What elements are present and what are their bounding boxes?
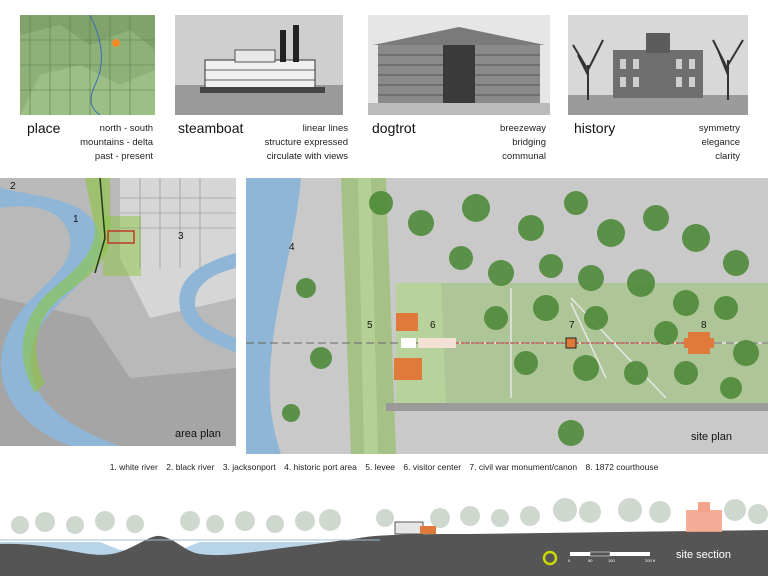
courthouse-history-image bbox=[568, 15, 748, 115]
site-plan-map bbox=[246, 178, 768, 454]
concept-title-place: place bbox=[27, 120, 61, 136]
scale-tick-200: 200 ft bbox=[645, 558, 656, 563]
concept-title-steamboat: steamboat bbox=[178, 120, 244, 136]
place-map-image bbox=[20, 15, 155, 115]
scale-tick-0: 0 bbox=[568, 558, 571, 563]
site-section-label: site section bbox=[676, 549, 732, 561]
area-marker-1: 1 bbox=[73, 214, 79, 225]
concept-text-steamboat: linear lines structure expressed circulate… bbox=[264, 123, 348, 162]
scale-tick-100: 100 bbox=[608, 558, 615, 563]
area-marker-3: 3 bbox=[178, 231, 184, 242]
site-plan-label: site plan bbox=[691, 431, 732, 443]
steamboat-image bbox=[175, 15, 343, 115]
area-plan-map bbox=[0, 178, 236, 446]
area-plan-label: area plan bbox=[175, 428, 221, 440]
scale-tick-50: 50 bbox=[588, 558, 593, 563]
site-marker-5: 5 bbox=[367, 320, 373, 331]
site-marker-6: 6 bbox=[430, 320, 436, 331]
scale-bar bbox=[570, 551, 650, 557]
legend: 1. white river 2. black river 3. jackson… bbox=[109, 462, 659, 472]
area-marker-2: 2 bbox=[10, 181, 16, 192]
concept-text-history: symmetry elegance clarity bbox=[698, 123, 740, 162]
site-marker-4: 4 bbox=[289, 242, 295, 253]
site-section-drawing bbox=[0, 490, 768, 576]
concept-text-dogtrot: breezeway bridging communal bbox=[500, 123, 546, 162]
concept-title-dogtrot: dogtrot bbox=[372, 120, 416, 136]
site-marker-8: 8 bbox=[701, 320, 707, 331]
location-marker-icon bbox=[112, 39, 120, 47]
site-marker-7: 7 bbox=[569, 320, 575, 331]
concept-title-history: history bbox=[574, 120, 616, 136]
dogtrot-image bbox=[368, 15, 550, 115]
concept-text-place: north - south mountains - delta past - pre… bbox=[80, 123, 153, 162]
